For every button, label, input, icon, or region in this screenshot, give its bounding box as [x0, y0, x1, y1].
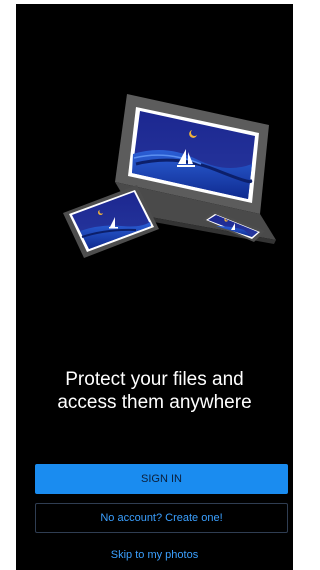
sign-in-button[interactable]: SIGN IN [35, 464, 288, 494]
devices-illustration [63, 94, 276, 258]
onboarding-headline: Protect your files and access them anywh… [16, 368, 293, 414]
create-account-button[interactable]: No account? Create one! [35, 503, 288, 533]
onboarding-screen: Protect your files and access them anywh… [16, 4, 293, 570]
headline-line-2: access them anywhere [57, 392, 252, 413]
headline-line-1: Protect your files and [65, 369, 244, 390]
skip-to-photos-link[interactable]: Skip to my photos [16, 549, 293, 561]
